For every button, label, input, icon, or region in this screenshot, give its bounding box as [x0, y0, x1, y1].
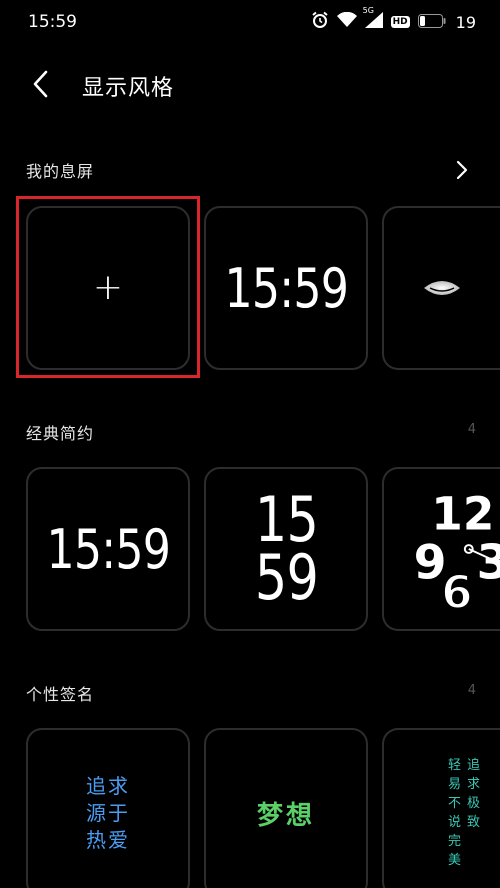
signal-icon: 5G	[363, 6, 383, 32]
section-signature-header: 个性签名 4	[26, 681, 476, 709]
signature-card-3[interactable]: 轻 易 不 说 完 美 追 求 极 致	[382, 728, 500, 888]
style-card-horizontal-clock[interactable]: 15:59	[26, 467, 190, 631]
clock-number-3: 3	[477, 536, 500, 591]
chevron-right-icon[interactable]	[452, 158, 472, 182]
signature-row: 追求 源于 热爱 梦想 轻 易 不 说 完 美 追 求 极 致	[0, 728, 500, 888]
section-title: 经典简约	[26, 424, 95, 443]
style-card-analog-numbers[interactable]: 12 9 6 3	[382, 467, 500, 631]
signature-card-1[interactable]: 追求 源于 热爱	[26, 728, 190, 888]
clock-minute: 59	[254, 541, 318, 614]
alarm-icon	[311, 11, 329, 33]
status-bar: 15:59 5G HD 19	[0, 0, 500, 44]
signature-char: 极	[467, 796, 481, 811]
signature-line: 热爱	[86, 827, 130, 852]
signature-char: 轻	[448, 758, 462, 773]
status-time: 15:59	[28, 12, 77, 32]
eye-shape-icon	[424, 281, 460, 295]
section-count: 4	[467, 422, 476, 437]
clock-preview-text: 15:59	[46, 517, 170, 581]
back-button[interactable]	[26, 68, 58, 100]
signature-char: 易	[448, 777, 462, 792]
signature-char: 说	[448, 815, 462, 830]
section-classic-header: 经典简约 4	[26, 420, 476, 448]
signature-char: 美	[448, 853, 462, 868]
network-type-label: 5G	[362, 6, 374, 15]
section-my-screens-header[interactable]: 我的息屏	[26, 158, 476, 186]
page-header: 显示风格	[0, 60, 500, 110]
signature-char: 致	[467, 815, 481, 830]
signature-text: 追求 源于 热爱	[86, 773, 130, 854]
signature-line: 追求	[86, 773, 130, 798]
clock-number-6: 6	[441, 566, 473, 619]
status-icons: 5G HD 19	[311, 6, 476, 33]
chevron-left-icon	[33, 70, 48, 98]
clock-number-12: 12	[431, 487, 494, 540]
signature-column: 追 求 极 致	[467, 756, 480, 870]
signature-vertical-text: 轻 易 不 说 完 美 追 求 极 致	[448, 756, 480, 870]
vertical-clock-preview: 15 59	[254, 489, 318, 614]
signature-column: 轻 易 不 说 完 美	[448, 756, 461, 870]
battery-level: 19	[455, 12, 476, 32]
signature-char: 求	[467, 777, 481, 792]
signature-text: 梦想	[256, 800, 315, 831]
selection-highlight	[16, 196, 200, 378]
analog-clock-preview: 12 9 6 3	[414, 487, 500, 620]
style-card-vertical-clock[interactable]: 15 59	[204, 467, 368, 631]
section-title: 我的息屏	[26, 162, 95, 181]
classic-row: 15:59 15 59 12 9 6 3	[0, 467, 500, 637]
signature-card-2[interactable]: 梦想	[204, 728, 368, 888]
page-title: 显示风格	[82, 76, 175, 101]
signature-line: 源于	[86, 800, 130, 825]
screen-card-digital-clock[interactable]: 15:59	[204, 206, 368, 370]
screen-card-graphic[interactable]	[382, 206, 500, 370]
wifi-icon	[336, 11, 357, 32]
signature-char: 不	[448, 796, 462, 811]
clock-preview-text: 15:59	[224, 256, 348, 320]
battery-icon	[417, 13, 446, 32]
section-count: 4	[467, 683, 476, 698]
section-title: 个性签名	[26, 685, 95, 704]
signature-char: 完	[448, 834, 462, 849]
hd-icon: HD	[390, 16, 410, 28]
signature-char: 追	[467, 758, 481, 773]
